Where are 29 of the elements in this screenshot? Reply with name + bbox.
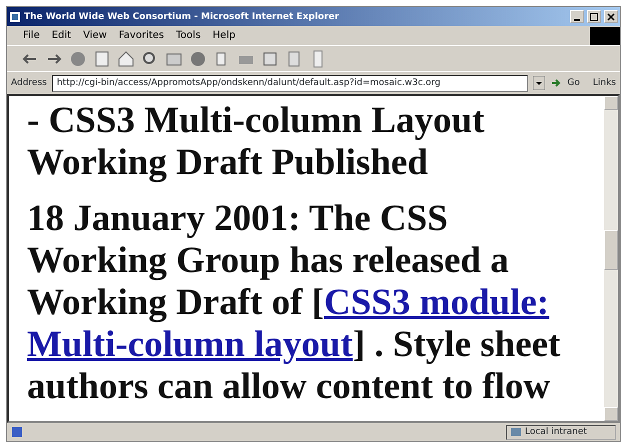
dropdown-icon[interactable] [533,76,546,90]
news-paragraph: 18 January 2001: The CSS Working Group has released a Working Draft of [CSS3 module: Multi-column layout] . Style sheet authors can allow content to flow [27,198,562,408]
address-label: Address [11,78,47,88]
maximize-button[interactable] [587,10,601,23]
close-button[interactable] [604,10,618,23]
go-button[interactable]: Go [567,78,580,88]
links-button[interactable]: Links [592,78,616,88]
menu-item[interactable]: Favorites [118,30,164,41]
window-title: The World Wide Web Consortium - Microsoft Internet Explorer [24,12,340,22]
menu-item[interactable]: Help [212,30,236,41]
page-status-icon [11,426,23,438]
menu-item[interactable]: Tools [176,30,201,41]
browser-icon [9,10,21,22]
go-arrow-icon[interactable] [550,77,562,89]
address-field[interactable]: http://cgi-bin/access/AppromotsApp/ondskenn/dalunt/default.asp?id=mosaic.w3c.org [52,74,528,92]
menu-item[interactable]: Edit [52,30,72,41]
module-link[interactable]: CSS3 module: [324,282,550,323]
close-icon [607,12,615,20]
zone-label: Local intranet [525,427,587,437]
module-link[interactable]: Multi-column layout [27,324,353,365]
throbber-logo [590,26,620,44]
home-icon[interactable] [117,50,135,68]
vertical-scrollbar[interactable] [604,96,618,421]
news-heading: - CSS3 Multi-column Layout Working Draft Published [27,100,486,184]
maximize-icon [590,12,598,20]
menu-item[interactable]: File [23,30,40,41]
minimize-icon [574,18,580,20]
minimize-button[interactable] [570,10,584,23]
menu-item[interactable]: View [83,30,107,41]
